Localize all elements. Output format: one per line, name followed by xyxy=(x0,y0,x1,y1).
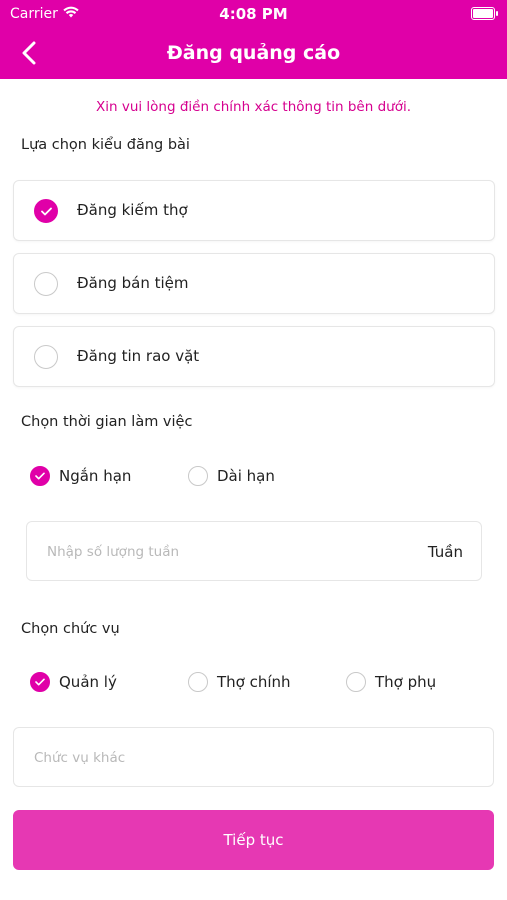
other-position-input[interactable] xyxy=(32,728,476,788)
radio-unchecked-icon xyxy=(34,272,58,296)
work-time-heading: Chọn thời gian làm việc xyxy=(21,414,193,430)
post-type-option-label: Đăng kiếm thợ xyxy=(77,201,188,219)
instruction-text: Xin vui lòng điền chính xác thông tin bê… xyxy=(95,99,411,115)
page-title: Đăng quảng cáo xyxy=(166,42,341,64)
position-option-label: Quản lý xyxy=(59,673,117,691)
radio-checked-icon xyxy=(30,466,50,486)
post-type-option-find-worker[interactable]: Đăng kiếm thợ xyxy=(13,180,495,241)
battery-icon xyxy=(471,7,498,20)
post-type-option-classified[interactable]: Đăng tin rao vặt xyxy=(13,326,495,387)
work-time-option-long-term[interactable]: Dài hạn xyxy=(188,465,288,489)
app-header: Carrier 4:08 PM Đăng quảng cáo xyxy=(0,0,507,79)
work-time-option-short-term[interactable]: Ngắn hạn xyxy=(30,465,140,489)
status-time: 4:08 PM xyxy=(219,5,288,23)
position-option-manager[interactable]: Quản lý xyxy=(30,671,140,695)
post-type-heading: Lựa chọn kiểu đăng bài xyxy=(21,137,190,153)
weeks-unit-label: Tuần xyxy=(427,543,463,561)
status-bar: Carrier 4:08 PM xyxy=(0,0,507,28)
weeks-input[interactable] xyxy=(45,522,409,582)
position-option-main-worker[interactable]: Thợ chính xyxy=(188,671,308,695)
post-type-option-label: Đăng tin rao vặt xyxy=(77,347,200,365)
position-option-assistant[interactable]: Thợ phụ xyxy=(346,671,456,695)
continue-button[interactable]: Tiếp tục xyxy=(13,810,494,870)
position-option-label: Thợ phụ xyxy=(375,673,437,691)
nav-bar: Đăng quảng cáo xyxy=(0,28,507,79)
work-time-option-label: Ngắn hạn xyxy=(59,467,132,485)
radio-checked-icon xyxy=(34,199,58,223)
position-option-label: Thợ chính xyxy=(217,673,291,691)
radio-unchecked-icon xyxy=(34,345,58,369)
radio-unchecked-icon xyxy=(188,466,208,486)
radio-checked-icon xyxy=(30,672,50,692)
weeks-field: Tuần xyxy=(26,521,482,582)
post-type-option-label: Đăng bán tiệm xyxy=(77,274,189,292)
radio-unchecked-icon xyxy=(188,672,208,692)
position-heading: Chọn chức vụ xyxy=(21,621,120,637)
post-type-option-sell-shop[interactable]: Đăng bán tiệm xyxy=(13,253,495,314)
work-time-option-label: Dài hạn xyxy=(217,467,275,485)
other-position-field xyxy=(13,727,494,788)
radio-unchecked-icon xyxy=(346,672,366,692)
